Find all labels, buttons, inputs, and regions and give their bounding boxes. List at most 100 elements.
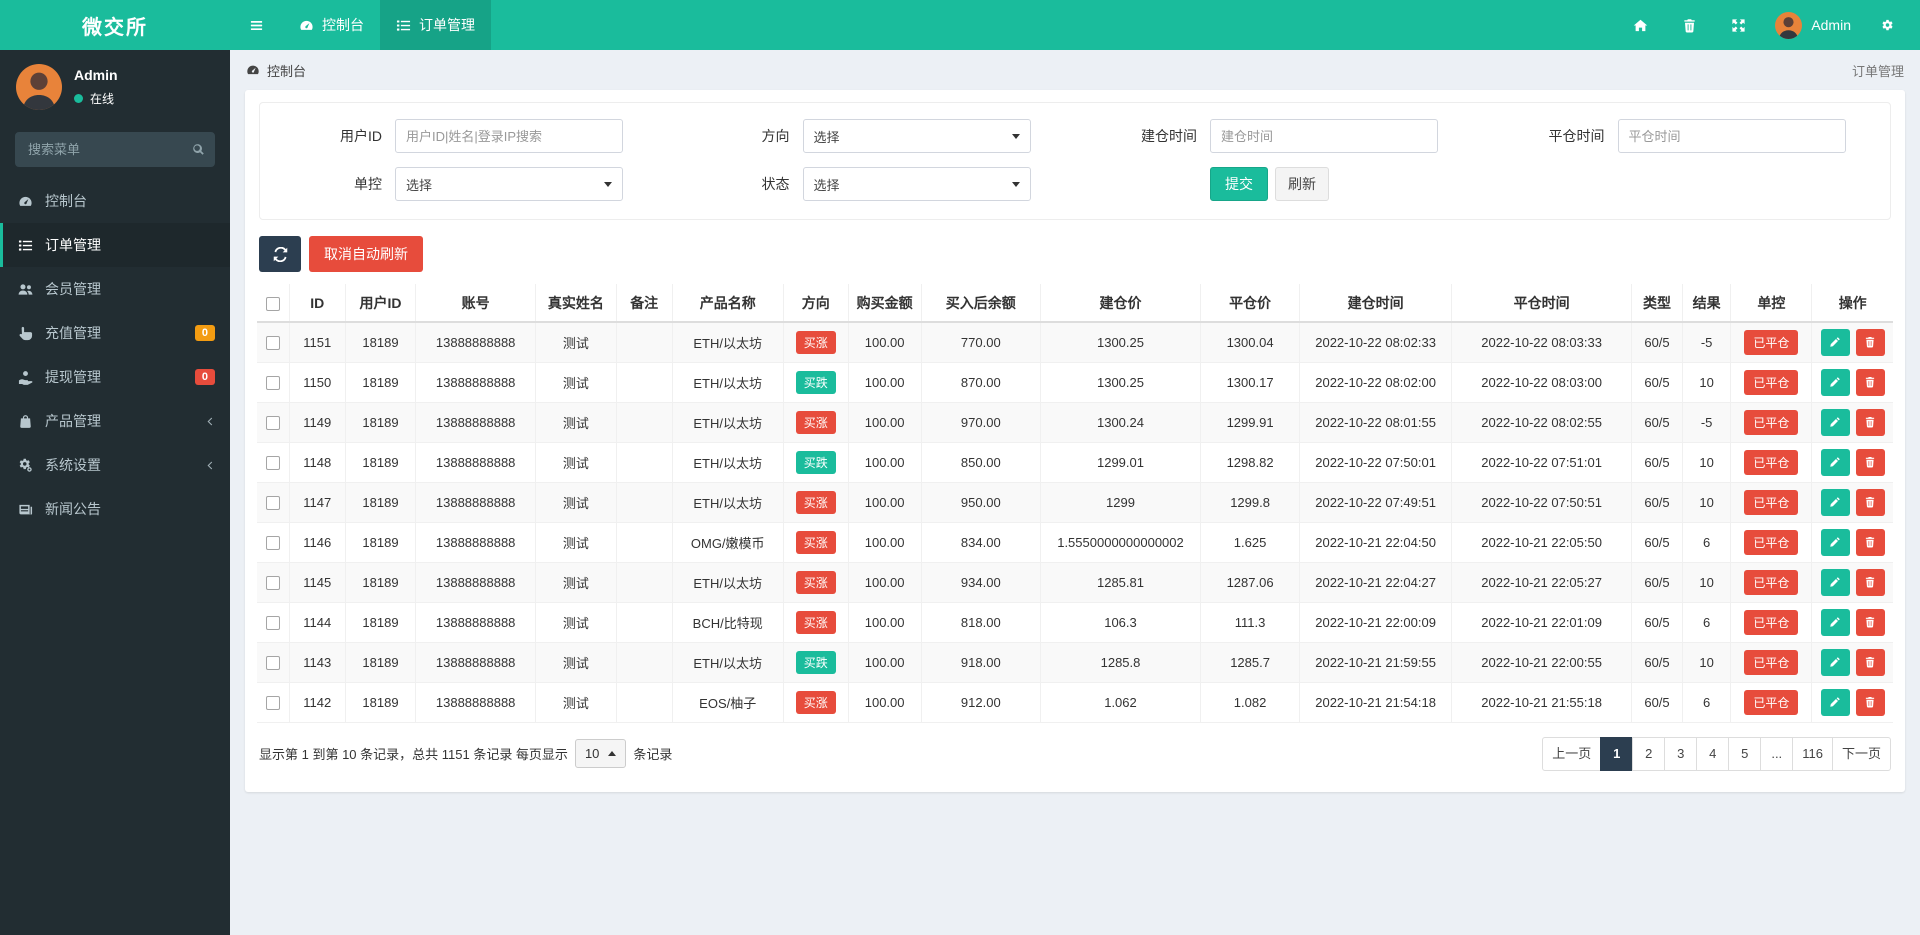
edit-button[interactable] [1821, 529, 1850, 556]
sidebar-item-label: 订单管理 [45, 235, 101, 255]
pencil-icon [1829, 376, 1841, 388]
column-header-4: 真实姓名 [535, 284, 616, 322]
nav-tab-1[interactable]: 控制台 [283, 0, 380, 50]
delete-button[interactable] [1856, 649, 1885, 676]
nav-tab-2[interactable]: 订单管理 [380, 0, 491, 50]
user-panel: Admin 在线 [0, 50, 230, 124]
search-icon[interactable] [191, 142, 205, 156]
cell-close_price: 1300.17 [1200, 362, 1299, 402]
sidebar-item-控制台[interactable]: 控制台 [0, 179, 230, 223]
caret-down-icon [604, 182, 612, 187]
cell-account: 13888888888 [416, 322, 535, 362]
submit-button[interactable]: 提交 [1210, 167, 1268, 201]
page-button-下一页[interactable]: 下一页 [1832, 737, 1891, 771]
edit-button[interactable] [1821, 649, 1850, 676]
cell-remark [616, 682, 672, 722]
brand-logo[interactable]: 微交所 [0, 0, 230, 50]
list-icon [18, 238, 33, 253]
cell-name: 测试 [535, 682, 616, 722]
page-button-116[interactable]: 116 [1792, 737, 1833, 771]
page-size-select[interactable]: 10 [575, 739, 626, 768]
delete-button[interactable] [1856, 529, 1885, 556]
user-id-input[interactable] [395, 119, 623, 153]
sidebar-item-系统设置[interactable]: 系统设置 [0, 443, 230, 487]
settings-button[interactable] [1863, 0, 1912, 50]
status-select[interactable]: 选择 [803, 167, 1031, 201]
delete-button[interactable] [1856, 489, 1885, 516]
delete-button[interactable] [1856, 369, 1885, 396]
cell-type: 60/5 [1632, 362, 1683, 402]
delete-button[interactable] [1856, 609, 1885, 636]
row-checkbox[interactable] [266, 416, 280, 430]
fullscreen-button[interactable] [1714, 0, 1763, 50]
row-checkbox[interactable] [266, 696, 280, 710]
user-menu[interactable]: Admin [1763, 0, 1863, 50]
pagination-summary: 显示第 1 到第 10 条记录，总共 1151 条记录 每页显示 10 条记录 [259, 739, 672, 768]
cell-product: ETH/以太坊 [672, 402, 783, 442]
sidebar-item-产品管理[interactable]: 产品管理 [0, 399, 230, 443]
sidebar-item-新闻公告[interactable]: 新闻公告 [0, 487, 230, 531]
trash-icon [1864, 576, 1876, 588]
home-button[interactable] [1616, 0, 1665, 50]
row-checkbox[interactable] [266, 456, 280, 470]
row-checkbox[interactable] [266, 616, 280, 630]
page-button-2[interactable]: 2 [1632, 737, 1665, 771]
edit-button[interactable] [1821, 689, 1850, 716]
menu-search-input[interactable] [15, 132, 215, 167]
sidebar-item-提现管理[interactable]: 提现管理0 [0, 355, 230, 399]
row-checkbox[interactable] [266, 496, 280, 510]
row-checkbox[interactable] [266, 536, 280, 550]
edit-button[interactable] [1821, 609, 1850, 636]
breadcrumb[interactable]: 控制台 [246, 61, 306, 80]
cell-account: 13888888888 [416, 682, 535, 722]
delete-button[interactable] [1856, 449, 1885, 476]
cancel-auto-refresh-button[interactable]: 取消自动刷新 [309, 236, 423, 272]
row-checkbox[interactable] [266, 376, 280, 390]
filter-refresh-button[interactable]: 刷新 [1275, 167, 1329, 201]
edit-button[interactable] [1821, 489, 1850, 516]
direction-select[interactable]: 选择 [803, 119, 1031, 153]
clear-button[interactable] [1665, 0, 1714, 50]
delete-button[interactable] [1856, 329, 1885, 356]
delete-button[interactable] [1856, 409, 1885, 436]
edit-button[interactable] [1821, 569, 1850, 596]
cell-product: EOS/柚子 [672, 682, 783, 722]
open-time-input[interactable] [1210, 119, 1438, 153]
page-size-value: 10 [585, 746, 599, 761]
delete-button[interactable] [1856, 689, 1885, 716]
cell-open_time: 2022-10-22 08:01:55 [1300, 402, 1452, 442]
select-all-checkbox[interactable] [266, 297, 280, 311]
row-checkbox[interactable] [266, 576, 280, 590]
page-button-3[interactable]: 3 [1664, 737, 1697, 771]
row-checkbox[interactable] [266, 656, 280, 670]
cell-product: OMG/嫩模币 [672, 522, 783, 562]
direction-badge: 买跌 [796, 651, 836, 674]
cell-id: 1146 [289, 522, 345, 562]
delete-button[interactable] [1856, 569, 1885, 596]
cell-control: 已平仓 [1731, 682, 1812, 722]
sidebar-item-充值管理[interactable]: 充值管理0 [0, 311, 230, 355]
sidebar-toggle-button[interactable] [230, 0, 283, 50]
cell-result: 10 [1682, 362, 1731, 402]
edit-button[interactable] [1821, 449, 1850, 476]
refresh-button[interactable] [259, 236, 301, 272]
edit-button[interactable] [1821, 409, 1850, 436]
cell-open_time: 2022-10-22 08:02:33 [1300, 322, 1452, 362]
page-button-...[interactable]: ... [1760, 737, 1793, 771]
cell-uid: 18189 [345, 322, 416, 362]
sidebar-item-会员管理[interactable]: 会员管理 [0, 267, 230, 311]
page-button-上一页[interactable]: 上一页 [1542, 737, 1601, 771]
edit-button[interactable] [1821, 369, 1850, 396]
row-checkbox[interactable] [266, 336, 280, 350]
page-button-4[interactable]: 4 [1696, 737, 1729, 771]
sidebar-item-label: 会员管理 [45, 279, 101, 299]
page-button-1[interactable]: 1 [1600, 737, 1633, 771]
chevron-left-icon [204, 416, 215, 427]
sidebar-item-订单管理[interactable]: 订单管理 [0, 223, 230, 267]
page-button-5[interactable]: 5 [1728, 737, 1761, 771]
cell-balance: 834.00 [921, 522, 1040, 562]
control-select[interactable]: 选择 [395, 167, 623, 201]
close-time-input[interactable] [1618, 119, 1846, 153]
cell-open_time: 2022-10-21 21:54:18 [1300, 682, 1452, 722]
edit-button[interactable] [1821, 329, 1850, 356]
